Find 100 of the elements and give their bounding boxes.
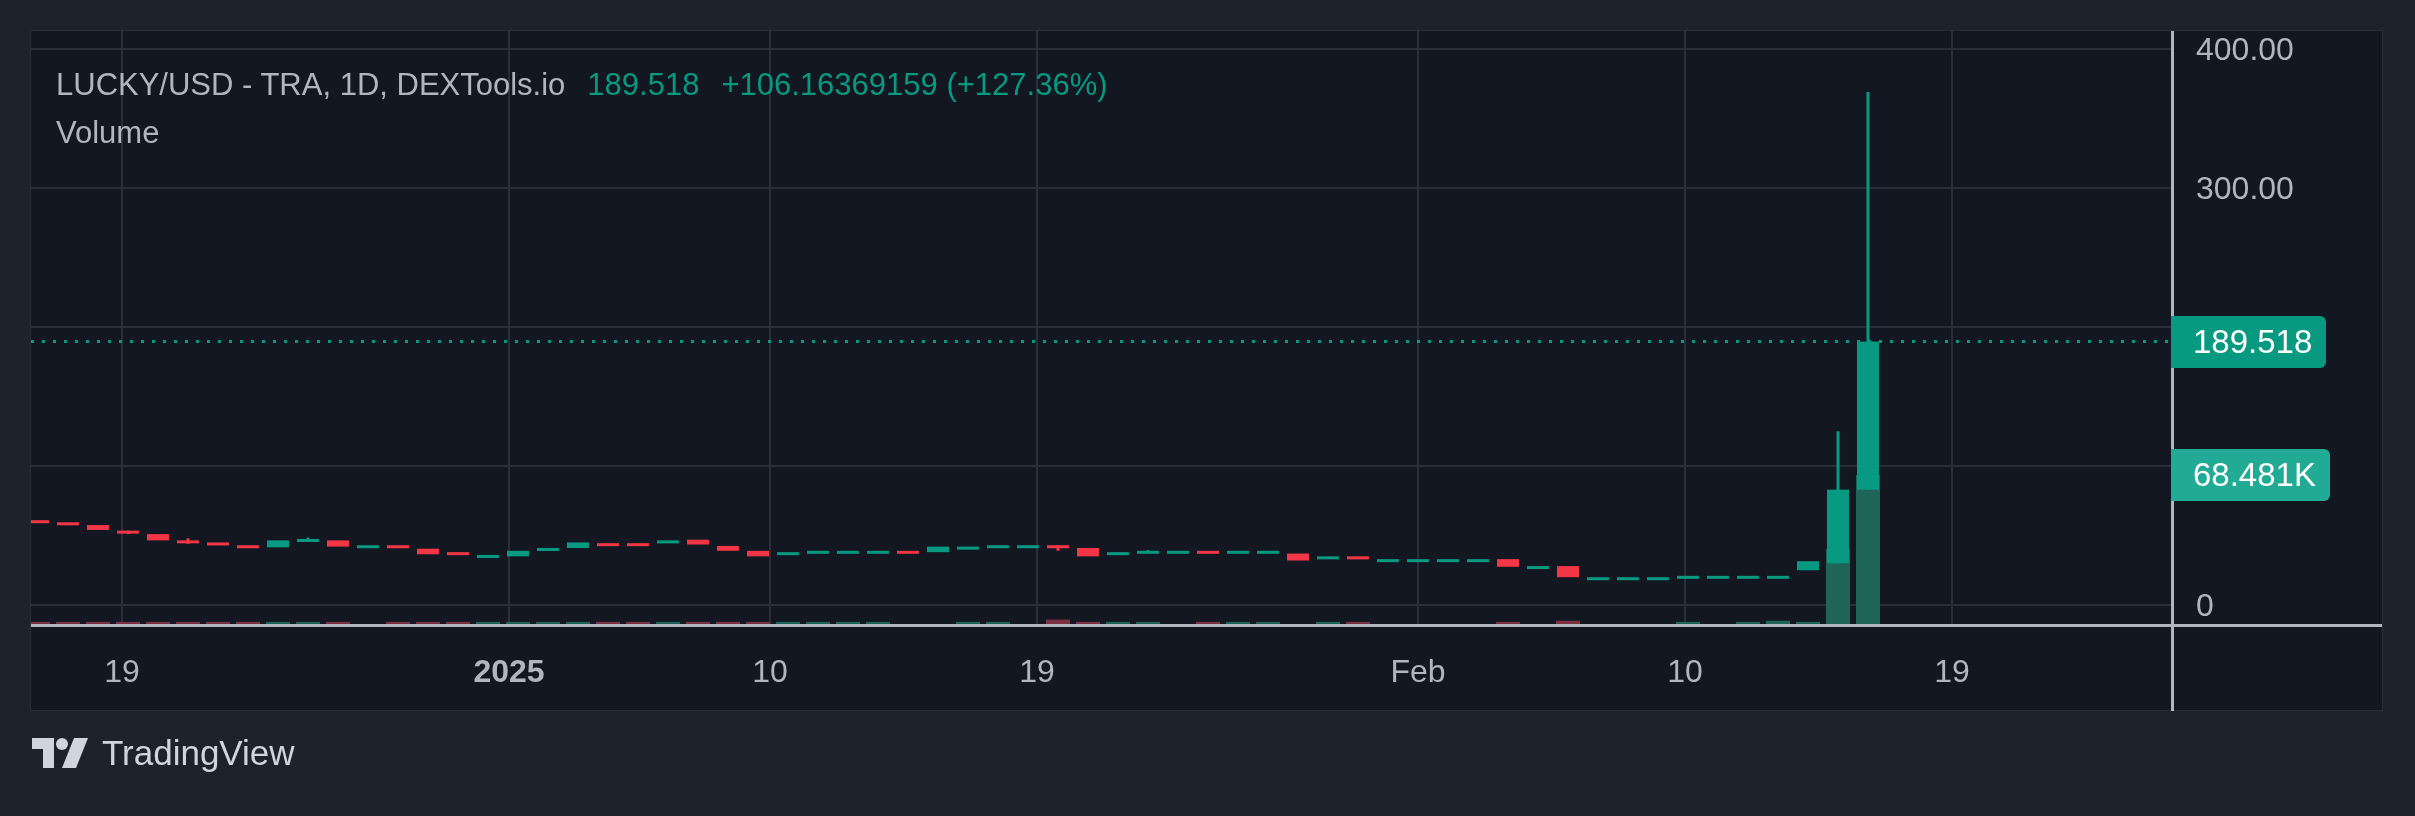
volume-bar bbox=[716, 621, 740, 624]
candlestick bbox=[567, 542, 589, 548]
candlestick bbox=[987, 545, 1009, 549]
candlestick bbox=[717, 545, 739, 551]
volume-bar bbox=[1676, 621, 1700, 624]
price-axis-label: 300.00 bbox=[2196, 169, 2294, 207]
candlestick bbox=[477, 554, 499, 558]
candlestick bbox=[87, 525, 109, 530]
candlestick bbox=[117, 530, 139, 535]
candlestick bbox=[1317, 556, 1339, 560]
volume-bar bbox=[566, 621, 590, 624]
time-axis-label: 10 bbox=[752, 653, 788, 690]
candlestick bbox=[1257, 550, 1279, 554]
candlestick bbox=[1527, 566, 1549, 570]
volume-bar bbox=[806, 621, 830, 624]
volume-bar bbox=[1316, 621, 1340, 624]
time-axis-label: 19 bbox=[1934, 653, 1970, 690]
candlestick bbox=[1077, 548, 1099, 557]
candlestick bbox=[507, 550, 529, 557]
volume-bar bbox=[746, 621, 770, 624]
volume-bar bbox=[386, 621, 410, 624]
volume-bar bbox=[986, 621, 1010, 624]
candlestick bbox=[207, 542, 229, 546]
candlestick bbox=[1287, 553, 1309, 561]
volume-bar bbox=[416, 621, 440, 624]
candlestick bbox=[147, 534, 169, 541]
time-axis-label: 10 bbox=[1667, 653, 1703, 690]
volume-bar bbox=[1256, 621, 1280, 624]
volume-bar bbox=[656, 621, 680, 624]
time-axis-label: Feb bbox=[1390, 653, 1446, 690]
volume-bar bbox=[1226, 621, 1250, 624]
volume-bar bbox=[866, 621, 890, 624]
volume-bar bbox=[236, 621, 260, 624]
volume-bar bbox=[1556, 620, 1580, 624]
candlestick bbox=[1707, 575, 1729, 579]
volume-bar bbox=[1796, 621, 1820, 624]
volume-bar bbox=[176, 621, 200, 624]
volume-tag: 68.481K bbox=[2171, 449, 2330, 501]
volume-bar bbox=[956, 621, 980, 624]
candlestick bbox=[417, 548, 439, 555]
candlestick bbox=[1107, 552, 1129, 556]
candlestick bbox=[1197, 550, 1219, 554]
volume-bar bbox=[776, 621, 800, 624]
candlestick bbox=[237, 545, 259, 549]
volume-bar bbox=[146, 621, 170, 624]
time-axis-label: 2025 bbox=[473, 653, 545, 690]
candlestick bbox=[267, 540, 289, 548]
candlestick bbox=[31, 520, 49, 524]
candlestick bbox=[177, 538, 199, 544]
volume-bar bbox=[1106, 621, 1130, 624]
volume-bar bbox=[506, 621, 530, 624]
volume-bar bbox=[1766, 620, 1790, 624]
volume-bar bbox=[1736, 621, 1760, 624]
candlestick bbox=[957, 546, 979, 550]
volume-bar bbox=[476, 621, 500, 624]
price-axis-label: 400.00 bbox=[2196, 30, 2294, 68]
logo-icon bbox=[32, 738, 88, 768]
volume-bar bbox=[626, 621, 650, 624]
candlestick bbox=[1227, 550, 1249, 554]
volume-bar bbox=[206, 621, 230, 624]
candlestick bbox=[1677, 575, 1699, 579]
candlestick bbox=[327, 540, 349, 547]
candlestick bbox=[1557, 566, 1579, 578]
candlestick bbox=[897, 550, 919, 554]
candlestick bbox=[1797, 561, 1819, 571]
price-change: +106.16369159 (+127.36%) bbox=[721, 67, 1108, 103]
volume-bar bbox=[446, 621, 470, 624]
candlestick bbox=[1617, 577, 1639, 581]
volume-bar bbox=[86, 621, 110, 624]
candlestick bbox=[1137, 550, 1159, 554]
volume-bar bbox=[1346, 621, 1370, 624]
volume-bar bbox=[686, 621, 710, 624]
volume-bar bbox=[1196, 621, 1220, 624]
volume-legend: Volume bbox=[56, 115, 1108, 151]
candlestick bbox=[1437, 559, 1459, 563]
time-axis-label: 19 bbox=[1019, 653, 1055, 690]
volume-bar bbox=[536, 621, 560, 624]
candlestick bbox=[1377, 559, 1399, 563]
candlestick bbox=[927, 546, 949, 553]
candlestick bbox=[687, 539, 709, 545]
candlestick bbox=[657, 540, 679, 544]
candlestick bbox=[747, 550, 769, 557]
symbol-title: LUCKY/USD - TRA, 1D, DEXTools.io bbox=[56, 67, 566, 103]
candlestick bbox=[1407, 559, 1429, 563]
candlestick bbox=[1647, 577, 1669, 581]
candlestick bbox=[597, 543, 619, 547]
volume-bar bbox=[31, 621, 50, 624]
brand-name: TradingView bbox=[102, 733, 295, 773]
volume-bar bbox=[1076, 621, 1100, 624]
candlestick bbox=[1467, 559, 1489, 563]
volume-bar bbox=[266, 621, 290, 624]
candlestick bbox=[1347, 556, 1369, 560]
candlestick bbox=[1047, 545, 1069, 551]
volume-bar bbox=[1136, 621, 1160, 624]
candlestick bbox=[777, 552, 799, 556]
volume-bar bbox=[1046, 619, 1070, 624]
volume-bar bbox=[836, 621, 860, 624]
volume-bar bbox=[1496, 621, 1520, 624]
candlestick bbox=[807, 550, 829, 554]
candlestick bbox=[387, 545, 409, 549]
